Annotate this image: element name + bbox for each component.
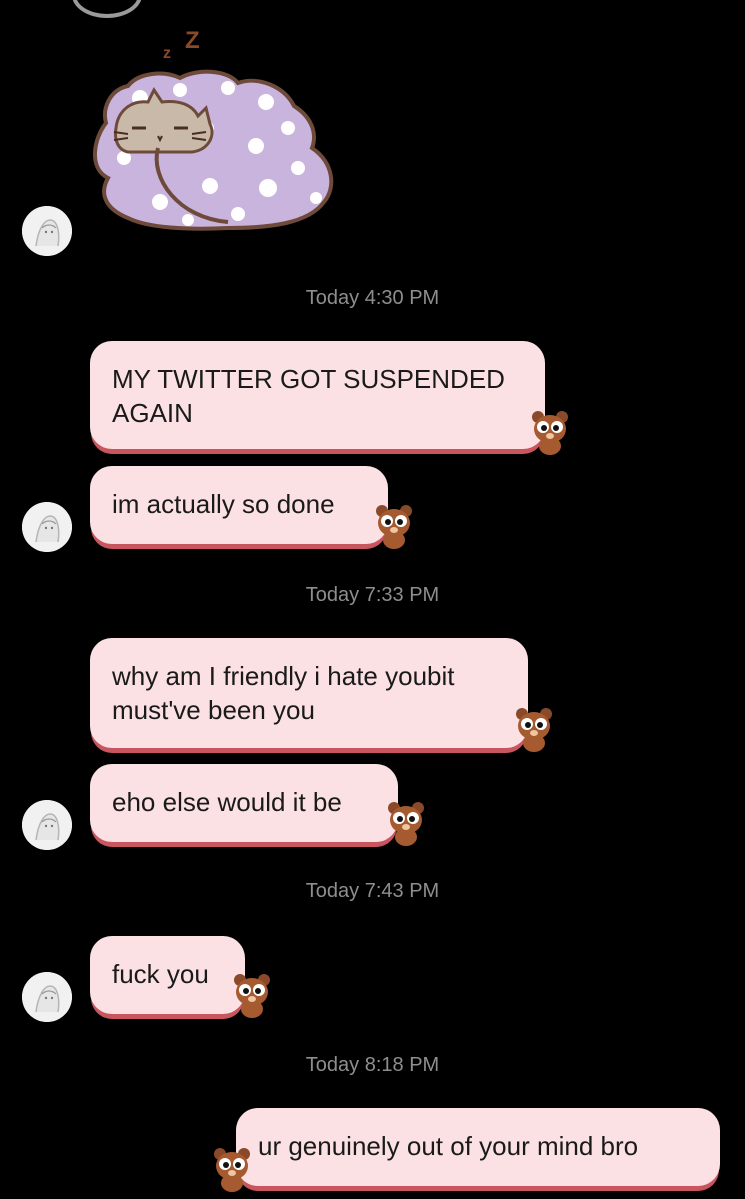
- message-bubble[interactable]: MY TWITTER GOT SUSPENDED AGAIN: [90, 341, 545, 449]
- message-bubble[interactable]: why am I friendly i hate youbit must've …: [90, 638, 528, 748]
- bear-sticker-icon: [376, 505, 412, 549]
- timestamp: Today 8:18 PM: [305, 1054, 440, 1076]
- contact-avatar[interactable]: [22, 972, 72, 1022]
- contact-avatar[interactable]: [22, 206, 72, 256]
- message-bubble[interactable]: im actually so done: [90, 466, 388, 544]
- bear-sticker-icon: [388, 802, 424, 846]
- previous-avatar: [72, 0, 142, 18]
- contact-avatar[interactable]: [22, 502, 72, 552]
- message-bubble-sent[interactable]: ur genuinely out of your mind bro: [236, 1108, 720, 1186]
- timestamp: Today 4:30 PM: [305, 287, 440, 309]
- bear-sticker-icon: [532, 411, 568, 455]
- message-bubble[interactable]: fuck you: [90, 936, 245, 1014]
- bear-sticker-icon: [516, 708, 552, 752]
- timestamp: Today 7:43 PM: [305, 880, 440, 902]
- bear-sticker-icon: [214, 1148, 250, 1192]
- contact-avatar[interactable]: [22, 800, 72, 850]
- message-bubble[interactable]: eho else would it be: [90, 764, 398, 842]
- bear-sticker-icon: [234, 974, 270, 1018]
- timestamp: Today 7:33 PM: [305, 584, 440, 606]
- sleeping-cat-sticker[interactable]: [88, 28, 338, 233]
